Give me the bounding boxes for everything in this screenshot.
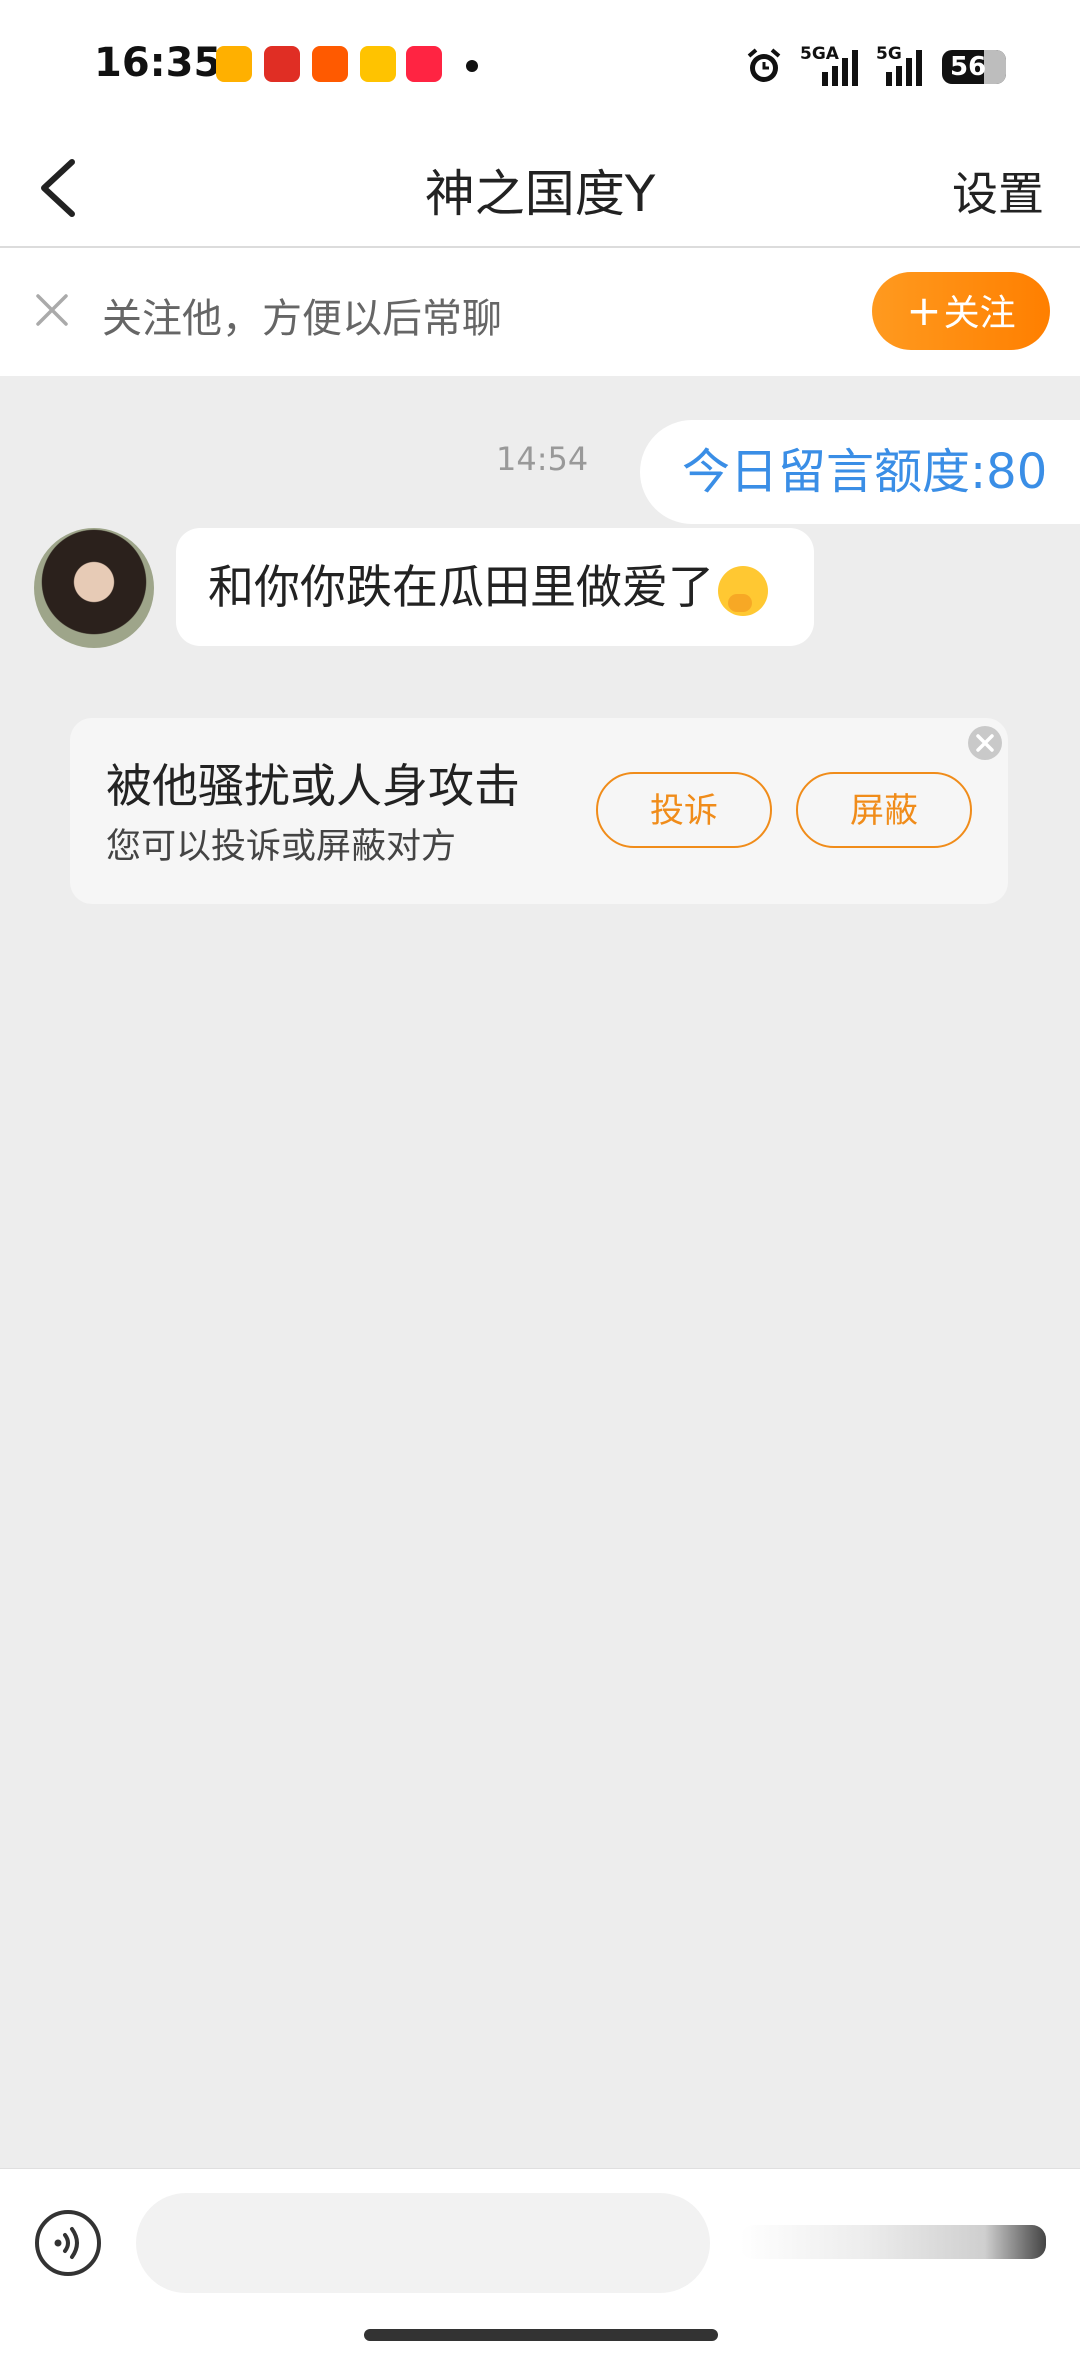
message-input[interactable] [136,2193,710,2293]
hand-over-mouth-emoji-icon [718,565,768,616]
status-time: 16:35 [94,40,222,86]
xiaohongshu-icon [406,46,442,82]
received-message-text: 和你你跌在瓜田里做爱了 [208,560,714,614]
report-card: 被他骚扰或人身攻击 您可以投诉或屏蔽对方 投诉 屏蔽 [70,718,1008,904]
meituan-icon [360,46,396,82]
battery-level: 56 [950,52,987,82]
blurred-controls [740,2225,1046,2259]
follow-button-label: 关注 [943,293,1016,334]
voice-icon[interactable] [34,2209,102,2277]
nav-bar: 神之国度Y 设置 [0,130,1080,248]
close-icon[interactable] [966,724,1004,762]
complain-button[interactable]: 投诉 [596,772,772,848]
signal-icon [822,50,858,86]
follow-button[interactable]: +关注 [872,272,1050,350]
more-notifications-dot [466,60,478,72]
block-button[interactable]: 屏蔽 [796,772,972,848]
signal-icon-2 [886,50,922,86]
alibaba-1688-icon [312,46,348,82]
follow-prompt-bar: 关注他，方便以后常聊 +关注 [0,248,1080,376]
settings-button[interactable]: 设置 [952,158,1044,224]
page-title: 神之国度Y [424,165,656,223]
close-icon[interactable] [32,290,72,330]
report-subtitle: 您可以投诉或屏蔽对方 [106,827,457,867]
follow-tip-text: 关注他，方便以后常聊 [102,296,502,342]
message-timestamp: 14:54 [496,440,589,478]
weibo-icon [216,46,252,82]
sent-message-bubble[interactable]: 今日留言额度:80 [640,420,1080,524]
home-indicator[interactable] [364,2329,718,2341]
input-bar [0,2168,1080,2363]
report-title: 被他骚扰或人身攻击 [106,759,520,813]
battery-icon: 56 [942,50,1006,84]
avatar[interactable] [34,528,154,648]
plus-icon: + [906,286,942,335]
alarm-icon [747,48,781,82]
received-message-bubble[interactable]: 和你你跌在瓜田里做爱了 [176,528,814,646]
status-bar: 16:35 5GA 5G 56 [0,0,1080,130]
pinduoduo-icon [264,46,300,82]
